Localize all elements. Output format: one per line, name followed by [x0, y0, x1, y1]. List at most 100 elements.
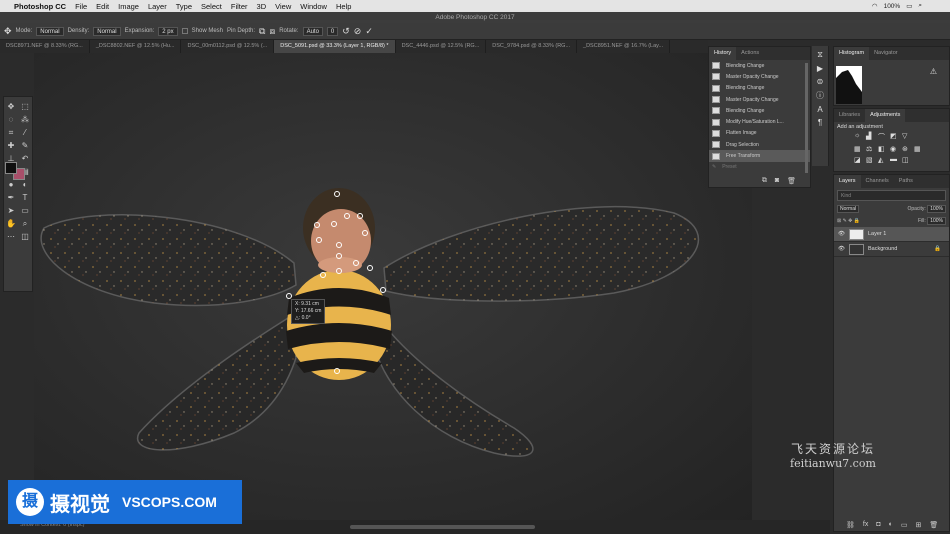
photo-filter-icon[interactable]: ◉ — [890, 145, 899, 153]
channel-mixer-icon[interactable]: ⊛ — [902, 145, 911, 153]
paragraph-dock-icon[interactable]: ¶ — [818, 118, 822, 127]
menu-view[interactable]: View — [275, 2, 291, 11]
history-item[interactable]: Blending Change — [709, 83, 810, 94]
history-item[interactable]: Master Opacity Change — [709, 94, 810, 105]
path-select-icon[interactable]: ➤ — [4, 204, 18, 217]
commit-icon[interactable]: ✓ — [365, 26, 373, 37]
color-lookup-icon[interactable]: ▦ — [914, 145, 923, 153]
show-mesh-checkbox[interactable] — [181, 28, 188, 34]
tab-history[interactable]: History — [709, 47, 737, 60]
hue-sat-icon[interactable]: ▦ — [854, 145, 863, 153]
menu-help[interactable]: Help — [336, 2, 351, 11]
pin-forward-icon[interactable]: ⧉ — [259, 26, 265, 37]
camera-icon[interactable]: ◙ — [775, 177, 779, 185]
fx-icon[interactable]: fx — [863, 521, 868, 529]
history-dock-icon[interactable]: ⧖ — [817, 50, 823, 60]
fill-field[interactable]: 100% — [927, 217, 946, 225]
marquee-icon[interactable]: ⬚ — [18, 100, 32, 113]
cancel-icon[interactable]: ⊘ — [354, 26, 362, 37]
info-dock-icon[interactable]: ⓘ — [816, 90, 824, 101]
magic-wand-icon[interactable]: ⁂ — [18, 113, 32, 126]
lasso-icon[interactable]: ◌ — [4, 113, 18, 126]
eye-icon[interactable]: 👁 — [838, 231, 845, 237]
menu-window[interactable]: Window — [300, 2, 327, 11]
lock-icons[interactable]: ⊠ ✎ ✥ 🔒 — [837, 218, 860, 224]
history-item[interactable]: Drag Selection — [709, 139, 810, 150]
menu-edit[interactable]: Edit — [96, 2, 109, 11]
blend-mode-select[interactable]: Normal — [837, 205, 860, 213]
quick-mask-icon[interactable]: ◫ — [18, 230, 32, 243]
levels-icon[interactable]: ▟ — [866, 132, 875, 142]
brightness-icon[interactable]: ☼ — [854, 132, 863, 142]
color-balance-icon[interactable]: ⚖ — [866, 145, 875, 153]
menu-type[interactable]: Type — [176, 2, 192, 11]
history-item[interactable]: Modify Hue/Saturation L... — [709, 116, 810, 127]
trash-icon[interactable]: 🗑 — [787, 177, 796, 185]
brush-icon[interactable]: ✎ — [18, 139, 32, 152]
vibrance-icon[interactable]: ▽ — [902, 132, 911, 142]
history-brush-icon[interactable]: ↶ — [18, 152, 32, 165]
black-white-icon[interactable]: ◧ — [878, 145, 887, 153]
layer-row-active[interactable]: 👁 Layer 1 — [834, 227, 949, 242]
invert-icon[interactable]: ◪ — [854, 156, 863, 164]
pin-backward-icon[interactable]: ⧈ — [269, 26, 275, 37]
trash-icon[interactable]: 🗑 — [929, 521, 938, 529]
gradient-map-icon[interactable]: ▬ — [890, 156, 899, 164]
threshold-icon[interactable]: ◭ — [878, 156, 887, 164]
wifi-icon[interactable]: ◠ — [872, 2, 878, 10]
reset-icon[interactable]: ↺ — [342, 26, 350, 37]
crop-icon[interactable]: ⌗ — [4, 126, 18, 139]
document-canvas[interactable]: X: 9.31 cm Y: 17.66 cm △: 0.0° — [34, 53, 752, 520]
opacity-field[interactable]: 100% — [927, 205, 946, 213]
selective-color-icon[interactable]: ◫ — [902, 156, 911, 164]
tab-channels[interactable]: Channels — [861, 175, 894, 188]
history-item[interactable]: ✎ Preset — [709, 162, 810, 173]
doc-tab-active[interactable]: DSC_5091.psd @ 33.3% (Layer 1, RGB/8) * — [274, 40, 396, 53]
posterize-icon[interactable]: ▧ — [866, 156, 875, 164]
exposure-icon[interactable]: ◩ — [890, 132, 899, 142]
layer-row[interactable]: 👁 Background 🔒 — [834, 242, 949, 257]
history-item[interactable]: Flatten Image — [709, 128, 810, 139]
doc-tab[interactable]: DSC_9784.psd @ 8.33% (RG... — [486, 40, 578, 53]
tab-navigator[interactable]: Navigator — [869, 47, 903, 60]
tab-paths[interactable]: Paths — [894, 175, 918, 188]
tab-layers[interactable]: Layers — [834, 175, 861, 188]
history-item[interactable]: Blending Change — [709, 105, 810, 116]
doc-tab[interactable]: DSC_00m0112.psd @ 12.5% (... — [181, 40, 275, 53]
tab-actions[interactable]: Actions — [736, 47, 764, 60]
doc-tab[interactable]: _DSC8802.NEF @ 12.5% (Hu... — [90, 40, 182, 53]
shape-icon[interactable]: ▭ — [18, 204, 32, 217]
app-menu[interactable]: Photoshop CC — [14, 2, 66, 11]
menu-select[interactable]: Select — [201, 2, 222, 11]
menu-filter[interactable]: Filter — [231, 2, 248, 11]
history-item-active[interactable]: Free Transform — [709, 150, 810, 162]
new-layer-icon[interactable]: ⊞ — [915, 521, 921, 529]
hand-icon[interactable]: ✋ — [4, 217, 18, 230]
healing-brush-icon[interactable]: ✚ — [4, 139, 18, 152]
rotate-select[interactable]: Auto — [302, 26, 323, 36]
type-icon[interactable]: T — [18, 191, 32, 204]
eyedropper-icon[interactable]: ⁄ — [18, 126, 32, 139]
menu-image[interactable]: Image — [118, 2, 139, 11]
layer-filter-select[interactable]: Kind — [837, 190, 946, 201]
doc-tab[interactable]: DSC_4446.psd @ 12.5% (RG... — [396, 40, 487, 53]
move-icon[interactable]: ✥ — [4, 100, 18, 113]
foreground-color-swatch[interactable] — [5, 162, 17, 174]
density-select[interactable]: Normal — [93, 26, 121, 36]
history-scrollbar[interactable] — [805, 63, 808, 173]
tab-histogram[interactable]: Histogram — [834, 47, 870, 60]
adjustment-layer-icon[interactable]: ◐ — [889, 521, 893, 529]
battery-icon[interactable]: ▭ — [906, 2, 912, 10]
history-item[interactable]: Blending Change — [709, 60, 810, 71]
doc-tab[interactable]: _DSC8951.NEF @ 16.7% (Lay... — [577, 40, 671, 53]
rotate-degree-field[interactable]: 0 — [326, 26, 339, 36]
doc-tab[interactable]: DSC8971.NEF @ 8.33% (RG... — [0, 40, 90, 53]
menu-file[interactable]: File — [75, 2, 87, 11]
eye-icon[interactable]: 👁 — [838, 246, 845, 252]
horizontal-scrollbar[interactable] — [350, 525, 535, 529]
group-icon[interactable]: ▭ — [901, 521, 908, 529]
warning-icon[interactable]: ⚠ — [930, 67, 937, 76]
puppet-warp-icon[interactable]: ✥ — [4, 26, 12, 37]
adjust-dock-icon[interactable]: ⊜ — [817, 77, 824, 86]
zoom-icon[interactable]: ⌕ — [18, 217, 32, 230]
